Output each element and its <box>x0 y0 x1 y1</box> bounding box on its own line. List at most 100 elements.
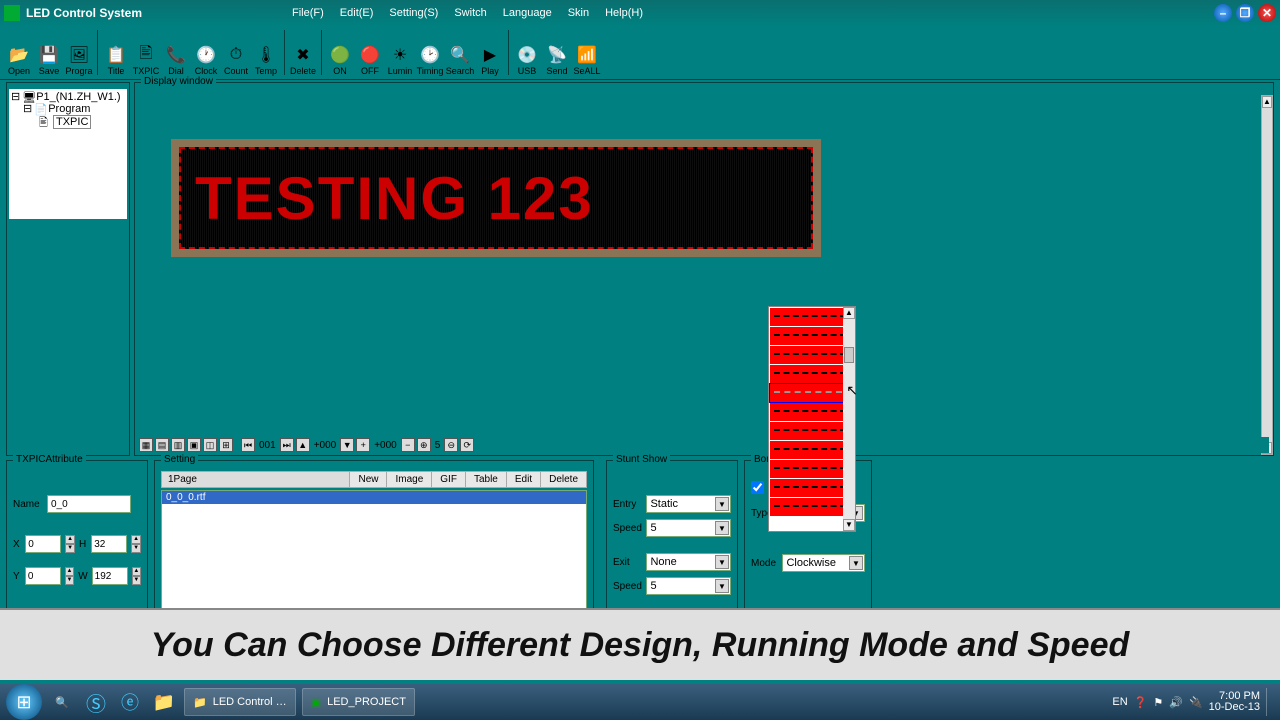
menu-language[interactable]: Language <box>503 7 552 19</box>
image-button[interactable]: Image <box>386 472 431 487</box>
type-option[interactable] <box>770 308 854 326</box>
last-page-btn[interactable]: ⏭ <box>280 438 294 452</box>
power-icon[interactable]: 🔌 <box>1189 696 1203 709</box>
down-btn[interactable]: ▼ <box>340 438 354 452</box>
skype-icon[interactable]: Ⓢ <box>82 688 110 716</box>
toolbar-usb[interactable]: 💿USB <box>512 28 542 78</box>
first-page-btn[interactable]: ⏮ <box>241 438 255 452</box>
layout-btn-1[interactable]: ▦ <box>139 438 153 452</box>
gif-button[interactable]: GIF <box>431 472 465 487</box>
edit-button[interactable]: Edit <box>506 472 540 487</box>
menu-switch[interactable]: Switch <box>454 7 486 19</box>
tray-icon[interactable]: ⚑ <box>1153 696 1163 709</box>
mode-combo[interactable]: Clockwise▼ <box>782 554 865 572</box>
new-button[interactable]: New <box>349 472 386 487</box>
w-input[interactable] <box>92 567 128 585</box>
menu-file[interactable]: File(F) <box>292 7 324 19</box>
layout-btn-3[interactable]: ▥ <box>171 438 185 452</box>
w-spinner[interactable]: ▲▼ <box>132 567 141 585</box>
entry-combo[interactable]: Static▼ <box>646 495 731 513</box>
toolbar-lumin[interactable]: ☀Lumin <box>385 28 415 78</box>
type-option[interactable] <box>770 498 854 516</box>
x-input[interactable] <box>25 535 61 553</box>
y-input[interactable] <box>25 567 61 585</box>
toolbar-on[interactable]: 🟢ON <box>325 28 355 78</box>
maximize-button[interactable]: ❐ <box>1236 4 1254 22</box>
explorer-icon[interactable]: 📁 <box>150 688 178 716</box>
tray-app-icon[interactable]: 🔍 <box>48 688 76 716</box>
target-btn[interactable]: ⊕ <box>417 438 431 452</box>
toolbar-seall[interactable]: 📶SeALL <box>572 28 602 78</box>
menu-edit[interactable]: Edit(E) <box>340 7 374 19</box>
task-item-1[interactable]: 📁LED Control … <box>184 688 296 716</box>
type-option-selected[interactable]: 2 <box>770 384 854 402</box>
tray-icon[interactable]: ❓ <box>1134 696 1148 709</box>
type-option[interactable] <box>770 441 854 459</box>
menu-help[interactable]: Help(H) <box>605 7 643 19</box>
tree-root[interactable]: P1_(N1.ZH_W1.) <box>36 91 120 103</box>
task-item-2[interactable]: ▣LED_PROJECT <box>302 688 415 716</box>
volume-icon[interactable]: 🔊 <box>1169 696 1183 709</box>
toolbar-temp[interactable]: 🌡Temp <box>251 28 281 78</box>
toolbar-save[interactable]: 💾Save <box>34 28 64 78</box>
type-option[interactable] <box>770 422 854 440</box>
minimize-button[interactable]: – <box>1214 4 1232 22</box>
type-option[interactable] <box>770 365 854 383</box>
y-spinner[interactable]: ▲▼ <box>65 567 74 585</box>
close-button[interactable]: ✕ <box>1258 4 1276 22</box>
menu-setting[interactable]: Setting(S) <box>389 7 438 19</box>
ie-icon[interactable]: ⓔ <box>116 688 144 716</box>
h-input[interactable] <box>91 535 127 553</box>
layout-btn-4[interactable]: ▣ <box>187 438 201 452</box>
toolbar-progra[interactable]: 🖼Progra <box>64 28 94 78</box>
tree-program[interactable]: Program <box>48 103 90 115</box>
toolbar-count[interactable]: ⏱Count <box>221 28 251 78</box>
toolbar-timing[interactable]: 🕑Timing <box>415 28 445 78</box>
fit-btn[interactable]: ⟳ <box>460 438 474 452</box>
table-button[interactable]: Table <box>465 472 506 487</box>
toolbar-clock[interactable]: 🕐Clock <box>191 28 221 78</box>
tree-view[interactable]: ⊟🖥P1_(N1.ZH_W1.) ⊟📄Program 🖹TXPIC <box>9 89 127 219</box>
h-spinner[interactable]: ▲▼ <box>131 535 141 553</box>
up-btn[interactable]: ▲ <box>296 438 310 452</box>
toolbar-play[interactable]: ▶Play <box>475 28 505 78</box>
toolbar-off[interactable]: 🔴OFF <box>355 28 385 78</box>
toolbar-open[interactable]: 📂Open <box>4 28 34 78</box>
toolbar-delete[interactable]: ✖Delete <box>288 28 318 78</box>
clock[interactable]: 7:00 PM10-Dec-13 <box>1209 691 1260 713</box>
start-button[interactable]: ⊞ <box>6 684 42 720</box>
toolbar-title[interactable]: 📋Title <box>101 28 131 78</box>
enable-checkbox[interactable] <box>751 481 764 494</box>
type-option[interactable] <box>770 403 854 421</box>
popup-scrollbar[interactable]: ▲ ▼ <box>843 307 855 531</box>
speed1-combo[interactable]: 5▼ <box>646 519 731 537</box>
lang-indicator[interactable]: EN <box>1112 696 1127 708</box>
border-type-dropdown[interactable]: 2 ▲ ▼ <box>768 306 856 532</box>
name-input[interactable] <box>47 495 131 513</box>
toolbar-dial[interactable]: 📞Dial <box>161 28 191 78</box>
toolbar-txpic[interactable]: 🖹TXPIC <box>131 28 161 78</box>
menu-skin[interactable]: Skin <box>568 7 589 19</box>
shrink-btn[interactable]: ⊖ <box>444 438 458 452</box>
show-desktop[interactable] <box>1266 688 1274 716</box>
layout-btn-5[interactable]: ◫ <box>203 438 217 452</box>
vertical-scrollbar[interactable]: ▲ ▼ <box>1261 95 1273 455</box>
type-option[interactable] <box>770 479 854 497</box>
led-preview-frame[interactable]: TESTING 123 <box>171 139 821 257</box>
x-spinner[interactable]: ▲▼ <box>65 535 75 553</box>
layout-btn-2[interactable]: ▤ <box>155 438 169 452</box>
minus-btn[interactable]: − <box>401 438 415 452</box>
exit-combo[interactable]: None▼ <box>646 553 731 571</box>
plus-btn[interactable]: + <box>356 438 370 452</box>
type-option[interactable] <box>770 460 854 478</box>
toolbar-send[interactable]: 📡Send <box>542 28 572 78</box>
delete-button[interactable]: Delete <box>540 472 586 487</box>
list-item[interactable]: 0_0_0.rtf <box>162 491 586 504</box>
tree-txpic[interactable]: TXPIC <box>53 115 91 129</box>
type-option[interactable] <box>770 346 854 364</box>
speed2-combo[interactable]: 5▼ <box>646 577 731 595</box>
toolbar-search[interactable]: 🔍Search <box>445 28 475 78</box>
display-canvas[interactable]: TESTING 123 <box>139 95 1259 435</box>
layout-btn-6[interactable]: ⊞ <box>219 438 233 452</box>
type-option[interactable] <box>770 327 854 345</box>
